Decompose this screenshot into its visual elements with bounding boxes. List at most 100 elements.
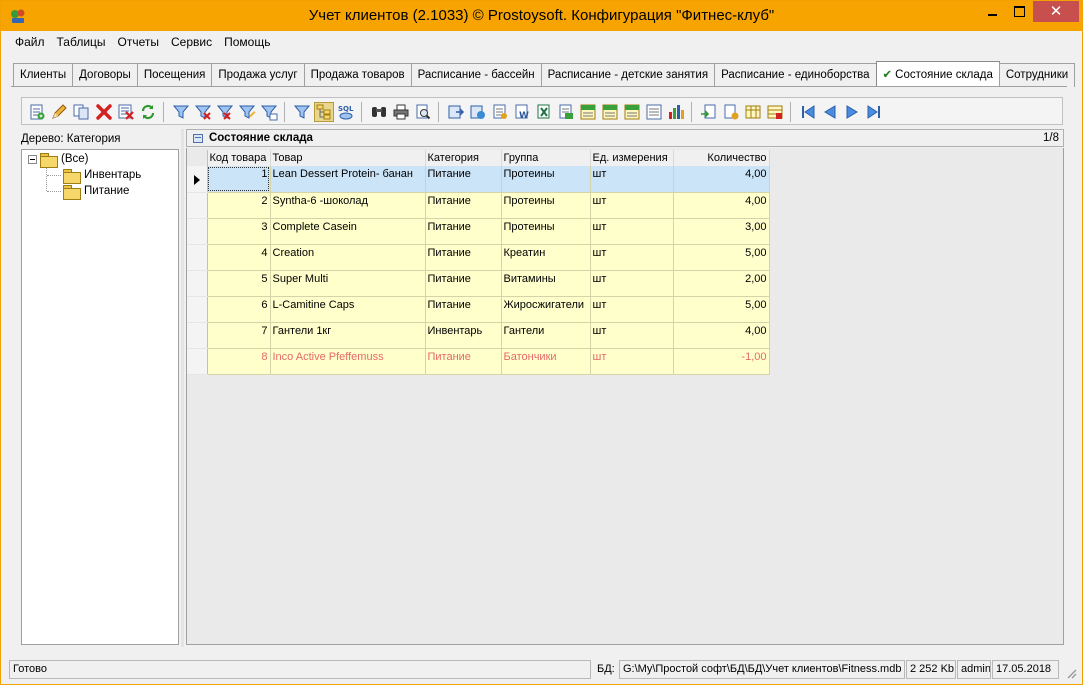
cell-quantity[interactable]: 5,00 xyxy=(673,244,770,271)
column-header-group[interactable]: Группа xyxy=(501,150,591,166)
menu-help[interactable]: Помощь xyxy=(218,33,276,53)
cell-product[interactable]: Super Multi xyxy=(270,270,426,297)
panel-splitter[interactable] xyxy=(181,129,184,647)
table-row[interactable]: 3 Complete Casein Питание Протеины шт 3,… xyxy=(187,218,770,245)
row-indicator[interactable] xyxy=(187,218,208,245)
export-csv-icon[interactable] xyxy=(601,103,619,121)
cell-unit[interactable]: шт xyxy=(590,270,674,297)
category-tree[interactable]: (Все) Инвентарь Питание xyxy=(21,149,179,645)
first-record-icon[interactable] xyxy=(799,103,817,121)
prev-record-icon[interactable] xyxy=(821,103,839,121)
print-preview-icon[interactable] xyxy=(414,103,432,121)
cell-group[interactable]: Жиросжигатели xyxy=(501,296,591,323)
print-icon[interactable] xyxy=(392,103,410,121)
filter-apply-icon[interactable] xyxy=(260,103,278,121)
export-other-icon[interactable] xyxy=(645,103,663,121)
cell-quantity[interactable]: 5,00 xyxy=(673,296,770,323)
export-dbf-icon[interactable] xyxy=(623,103,641,121)
fields-icon[interactable] xyxy=(766,103,784,121)
row-indicator[interactable] xyxy=(187,270,208,297)
sql-query-icon[interactable]: SQL xyxy=(337,103,355,121)
tab-warehouse-status[interactable]: ✔ Состояние склада xyxy=(875,61,1000,87)
tab-clients[interactable]: Клиенты xyxy=(13,63,74,87)
delete-icon[interactable] xyxy=(95,103,113,121)
refresh-icon[interactable] xyxy=(139,103,157,121)
column-header-category[interactable]: Категория xyxy=(425,150,502,166)
row-indicator[interactable] xyxy=(187,192,208,219)
cell-category[interactable]: Питание xyxy=(425,348,502,375)
cell-unit[interactable]: шт xyxy=(590,192,674,219)
filter-edit-icon[interactable] xyxy=(238,103,256,121)
row-indicator[interactable] xyxy=(187,296,208,323)
find-icon[interactable] xyxy=(370,103,388,121)
cell-quantity[interactable]: 4,00 xyxy=(673,166,770,193)
chart-icon[interactable] xyxy=(667,103,685,121)
table-row[interactable]: 4 Creation Питание Креатин шт 5,00 xyxy=(187,244,770,271)
cell-code[interactable]: 5 xyxy=(207,270,271,297)
table-row[interactable]: 5 Super Multi Питание Витамины шт 2,00 xyxy=(187,270,770,297)
maximize-button[interactable] xyxy=(1006,1,1032,22)
cell-code[interactable]: 7 xyxy=(207,322,271,349)
export-rtf-icon[interactable] xyxy=(491,103,509,121)
cell-unit[interactable]: шт xyxy=(590,218,674,245)
delete-all-icon[interactable] xyxy=(117,103,135,121)
data-grid[interactable]: Код товара Товар Категория Группа Ед. из… xyxy=(186,148,1064,645)
columns-icon[interactable] xyxy=(744,103,762,121)
tab-product-sales[interactable]: Продажа товаров xyxy=(303,63,412,87)
cell-category[interactable]: Питание xyxy=(425,296,502,323)
row-indicator[interactable] xyxy=(187,348,208,375)
next-record-icon[interactable] xyxy=(843,103,861,121)
cell-code[interactable]: 6 xyxy=(207,296,271,323)
cell-quantity[interactable]: 4,00 xyxy=(673,192,770,219)
import-icon[interactable] xyxy=(700,103,718,121)
table-row[interactable]: 2 Syntha-6 -шоколад Питание Протеины шт … xyxy=(187,192,770,219)
cell-product[interactable]: Syntha-6 -шоколад xyxy=(270,192,426,219)
tree-view-icon[interactable] xyxy=(314,102,334,122)
tab-visits[interactable]: Посещения xyxy=(136,63,213,87)
cell-code[interactable]: 8 xyxy=(207,348,271,375)
cell-product[interactable]: Creation xyxy=(270,244,426,271)
filter-icon[interactable] xyxy=(172,103,190,121)
cell-category[interactable]: Питание xyxy=(425,244,502,271)
cell-unit[interactable]: шт xyxy=(590,244,674,271)
cell-unit[interactable]: шт xyxy=(590,348,674,375)
close-button[interactable]: ✕ xyxy=(1033,1,1079,22)
export-icon[interactable] xyxy=(447,103,465,121)
cell-quantity[interactable]: 2,00 xyxy=(673,270,770,297)
new-record-icon[interactable] xyxy=(28,103,46,121)
cell-category[interactable]: Инвентарь xyxy=(425,322,502,349)
menu-tables[interactable]: Таблицы xyxy=(51,33,112,53)
cell-quantity[interactable]: 4,00 xyxy=(673,322,770,349)
table-row[interactable]: 6 L-Camitine Caps Питание Жиросжигатели … xyxy=(187,296,770,323)
cell-group[interactable]: Протеины xyxy=(501,218,591,245)
tab-schedule-martial-arts[interactable]: Расписание - единоборства xyxy=(714,63,877,87)
import-excel-icon[interactable] xyxy=(722,103,740,121)
tab-employees[interactable]: Сотрудники xyxy=(998,63,1076,87)
cell-code[interactable]: 1 xyxy=(207,166,271,193)
export-html-icon[interactable] xyxy=(469,103,487,121)
row-indicator[interactable] xyxy=(187,244,208,271)
cell-code[interactable]: 2 xyxy=(207,192,271,219)
tab-service-sales[interactable]: Продажа услуг xyxy=(211,63,305,87)
row-indicator[interactable] xyxy=(187,322,208,349)
minimize-button[interactable] xyxy=(979,1,1005,22)
cell-code[interactable]: 3 xyxy=(207,218,271,245)
export-xml-icon[interactable] xyxy=(557,103,575,121)
cell-product[interactable]: Complete Casein xyxy=(270,218,426,245)
cell-quantity[interactable]: -1,00 xyxy=(673,348,770,375)
cell-category[interactable]: Питание xyxy=(425,166,502,193)
cell-code[interactable]: 4 xyxy=(207,244,271,271)
tab-schedule-kids[interactable]: Расписание - детские занятия xyxy=(540,63,716,87)
column-header-quantity[interactable]: Количество xyxy=(673,150,770,166)
row-indicator[interactable] xyxy=(187,166,208,193)
cell-product[interactable]: Lean Dessert Protein- банан xyxy=(270,166,426,193)
export-txt-icon[interactable] xyxy=(579,103,597,121)
cell-category[interactable]: Питание xyxy=(425,192,502,219)
cell-unit[interactable]: шт xyxy=(590,296,674,323)
tab-contracts[interactable]: Договоры xyxy=(72,63,138,87)
cell-product[interactable]: L-Camitine Caps xyxy=(270,296,426,323)
cell-group[interactable]: Протеины xyxy=(501,192,591,219)
resize-grip-icon[interactable] xyxy=(1065,667,1077,679)
cell-group[interactable]: Креатин xyxy=(501,244,591,271)
last-record-icon[interactable] xyxy=(865,103,883,121)
